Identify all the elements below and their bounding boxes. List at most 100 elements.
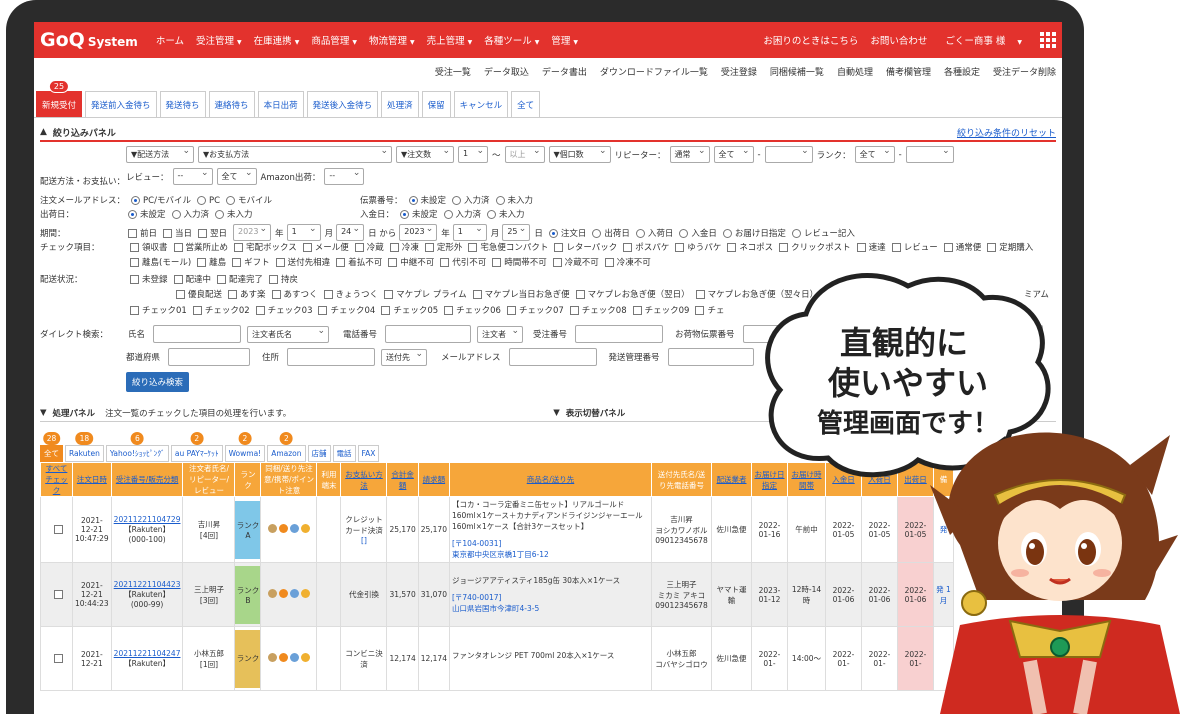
- radio-button[interactable]: [196, 196, 206, 205]
- goq-logo[interactable]: GoQ System: [40, 29, 138, 51]
- repeater-all-select[interactable]: 全て: [713, 146, 754, 163]
- radio-button[interactable]: [495, 196, 505, 205]
- subnav-link-6[interactable]: 自動処理: [837, 65, 873, 78]
- subnav-link-8[interactable]: 各種設定: [944, 65, 980, 78]
- pref-input[interactable]: [168, 348, 251, 366]
- checkbox[interactable]: [604, 258, 614, 267]
- table-row[interactable]: 2021-12-21 10:47:29 20211221104729 【Rakute…: [40, 496, 954, 563]
- day-to-select[interactable]: 25: [502, 224, 531, 241]
- nav-item-7[interactable]: 管理 ▼: [551, 33, 578, 47]
- addr-type-select[interactable]: 送付先: [381, 348, 428, 366]
- radio-button[interactable]: [215, 210, 225, 219]
- checkbox[interactable]: [176, 290, 185, 299]
- column-header[interactable]: 注文日時: [72, 462, 112, 497]
- radio-button[interactable]: [131, 196, 141, 205]
- status-tab-2[interactable]: 発送待ち: [159, 91, 206, 117]
- subnav-link-0[interactable]: 受注一覧: [435, 65, 471, 78]
- checkbox[interactable]: [130, 258, 139, 267]
- checkbox[interactable]: [569, 306, 579, 315]
- nav-item-4[interactable]: 物流管理 ▼: [369, 33, 415, 47]
- order-number-link[interactable]: 20211221104423: [114, 580, 181, 589]
- mall-tab-8[interactable]: FAX: [357, 445, 380, 462]
- checkbox[interactable]: [552, 258, 562, 267]
- checkbox[interactable]: [192, 306, 202, 315]
- subnav-link-7[interactable]: 備考欄管理: [886, 65, 931, 78]
- tel-input[interactable]: [385, 325, 472, 343]
- checkbox[interactable]: [275, 258, 285, 267]
- checkbox[interactable]: [255, 306, 265, 315]
- nav-item-3[interactable]: 商品管理 ▼: [311, 33, 357, 47]
- status-tab-8[interactable]: キャンセル: [453, 91, 509, 117]
- radio-button[interactable]: [443, 210, 453, 219]
- checkbox[interactable]: [381, 306, 391, 315]
- column-header[interactable]: 配送業者: [710, 462, 752, 497]
- amazon-ship-select[interactable]: --: [324, 168, 365, 185]
- mall-tab-5[interactable]: Amazon 2: [267, 432, 306, 462]
- filter-search-button[interactable]: 絞り込み検索: [126, 372, 190, 392]
- day-from-select[interactable]: 24: [336, 224, 365, 241]
- name-type-select[interactable]: 注文者氏名: [247, 325, 330, 343]
- column-header[interactable]: 商品名/送り先: [448, 462, 652, 497]
- checkbox[interactable]: [130, 275, 139, 284]
- radio-button[interactable]: [548, 228, 558, 238]
- order-number-link[interactable]: 20211221104247: [114, 649, 181, 658]
- checkbox[interactable]: [271, 290, 281, 299]
- status-tab-5[interactable]: 発送後入金待ち: [306, 91, 379, 117]
- checkbox[interactable]: [232, 258, 242, 267]
- review-select[interactable]: --: [172, 168, 213, 185]
- display-panel-title[interactable]: 表示切替パネル: [566, 407, 626, 419]
- qty-more-select[interactable]: 以上: [504, 146, 545, 163]
- month-from-select[interactable]: 1: [286, 224, 321, 241]
- reset-filters-link[interactable]: 絞り込み条件のリセット: [957, 126, 1056, 139]
- order-count-select[interactable]: ▼注文数: [396, 146, 454, 163]
- checkbox[interactable]: [506, 306, 516, 315]
- checkbox[interactable]: [424, 243, 434, 252]
- checkbox[interactable]: [468, 243, 478, 252]
- checkbox[interactable]: [384, 290, 394, 299]
- column-header[interactable]: 合計金額: [386, 462, 419, 497]
- subnav-link-2[interactable]: データ書出: [542, 65, 587, 78]
- filter-panel-header[interactable]: ▲ 絞り込みパネル 絞り込み条件のリセット: [40, 124, 1056, 142]
- mall-tab-2[interactable]: Yahoo!ｼｮｯﾋﾟﾝｸﾞ 6: [105, 432, 169, 462]
- checkbox[interactable]: [943, 243, 953, 252]
- radio-button[interactable]: [722, 228, 732, 238]
- radio-button[interactable]: [791, 228, 801, 238]
- radio-button[interactable]: [400, 210, 410, 219]
- status-tab-6[interactable]: 処理済: [381, 91, 419, 117]
- column-header[interactable]: お支払い方法: [340, 462, 388, 497]
- row-checkbox[interactable]: [53, 654, 63, 664]
- checkbox[interactable]: [354, 243, 364, 252]
- radio-button[interactable]: [408, 196, 418, 205]
- order-number-link[interactable]: 20211221104729: [114, 515, 181, 524]
- user-menu[interactable]: ごくー商事 様 ▼: [939, 33, 1028, 47]
- payment-link[interactable]: []: [343, 536, 384, 545]
- ship-mgmt-input[interactable]: [667, 348, 754, 366]
- addr-input[interactable]: [287, 348, 376, 366]
- order-no-input[interactable]: [575, 325, 664, 343]
- subnav-link-1[interactable]: データ取込: [484, 65, 529, 78]
- radio-button[interactable]: [679, 228, 689, 238]
- checkbox[interactable]: [389, 243, 399, 252]
- status-tab-0[interactable]: 新規受付 25: [36, 80, 83, 117]
- qty-from-select[interactable]: 1: [458, 146, 488, 163]
- checkbox[interactable]: [440, 258, 450, 267]
- checkbox[interactable]: [130, 306, 139, 315]
- checkbox[interactable]: [302, 243, 312, 252]
- mall-tab-4[interactable]: Wowma! 2: [224, 432, 266, 462]
- checkbox[interactable]: [269, 275, 279, 284]
- checkbox[interactable]: [128, 228, 137, 238]
- nav-item-5[interactable]: 売上管理 ▼: [427, 33, 473, 47]
- checkbox[interactable]: [695, 290, 705, 299]
- status-tab-9[interactable]: 全て: [511, 91, 541, 117]
- checkbox[interactable]: [492, 258, 502, 267]
- column-header[interactable]: 受注番号/販売分類: [110, 462, 184, 497]
- checkbox[interactable]: [727, 243, 737, 252]
- subnav-link-3[interactable]: ダウンロードファイル一覧: [600, 65, 708, 78]
- status-tab-7[interactable]: 保留: [421, 91, 451, 117]
- table-row[interactable]: 2021-12-21 10:44:23 20211221104423 【Rakute…: [40, 562, 954, 627]
- mall-tab-0[interactable]: 全て 28: [40, 432, 63, 462]
- tel-type-select[interactable]: 注文者: [477, 325, 524, 343]
- repeater-select[interactable]: 通常: [669, 146, 710, 163]
- mall-tab-3[interactable]: au PAYﾏｰｹｯﾄ 2: [170, 432, 223, 462]
- checkbox[interactable]: [856, 243, 866, 252]
